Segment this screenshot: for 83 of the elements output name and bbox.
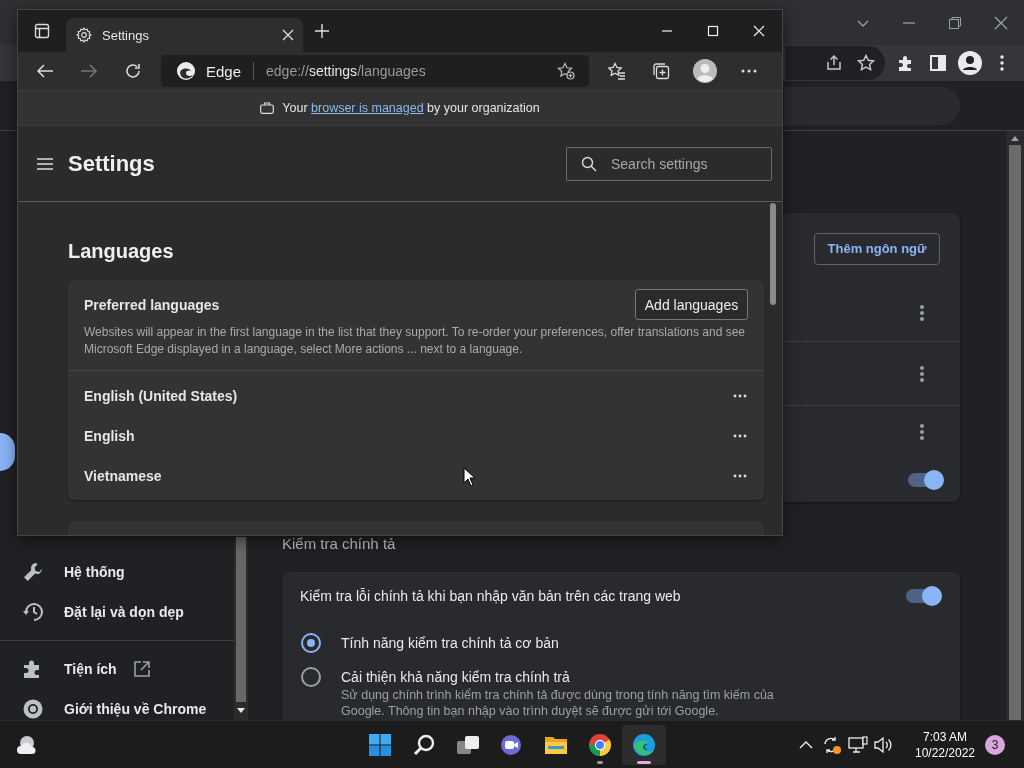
radio-button[interactable]	[301, 667, 321, 687]
option-label: Tính năng kiểm tra chính tả cơ bản	[341, 634, 560, 653]
managed-notice: Your browser is managed by your organization	[282, 101, 540, 115]
sidebar-item[interactable]: Hệ thống	[0, 552, 234, 592]
tab-actions-icon[interactable]	[34, 23, 50, 39]
sidebar-item[interactable]: Đặt lại và dọn dẹp	[0, 592, 234, 632]
managed-link[interactable]: browser is managed	[311, 101, 424, 115]
clock-time[interactable]: 7:03 AM	[923, 728, 967, 745]
maximize-icon[interactable]	[707, 25, 719, 37]
card-description: Websites will appear in the first language in the list that they support. To re-order your preferences, offer translations and see Microsoft Edge displayed in a language, select More actions ... next to a language.	[84, 324, 747, 358]
restore-icon[interactable]	[948, 15, 962, 30]
add-language-button[interactable]: Thêm ngôn ngữ	[814, 232, 940, 265]
more-icon[interactable]	[919, 303, 925, 322]
card-title: Preferred languages	[84, 296, 220, 313]
site-label: Edge	[206, 62, 242, 80]
clock-date[interactable]: 10/22/2022	[914, 744, 976, 761]
toggle-switch[interactable]	[908, 472, 942, 487]
search-field[interactable]: Search settings	[566, 146, 772, 181]
address-bar[interactable]: Edge edge://settings/languages	[161, 55, 589, 87]
scroll-down-arrow-icon[interactable]	[237, 708, 245, 714]
section-heading: Kiểm tra chính tả	[282, 534, 397, 554]
share-icon[interactable]	[825, 54, 843, 72]
language-name: English (United States)	[84, 388, 238, 404]
notification-badge[interactable]: 3	[985, 734, 1005, 755]
scrollbar-thumb[interactable]	[770, 203, 776, 305]
gear-icon	[76, 27, 92, 43]
selected-item-marker	[0, 433, 15, 471]
side-panel-icon[interactable]	[929, 54, 947, 72]
language-name: Vietnamese	[84, 468, 162, 484]
plus-icon[interactable]	[314, 23, 330, 39]
more-icon[interactable]	[733, 434, 747, 438]
address-bar[interactable]	[785, 46, 885, 80]
add-languages-button[interactable]: Add languages	[635, 289, 748, 320]
scroll-up-arrow-icon[interactable]	[1011, 135, 1019, 141]
more-icon[interactable]	[733, 394, 747, 398]
collections-icon[interactable]	[652, 62, 670, 80]
refresh-icon[interactable]	[124, 62, 142, 80]
volume-icon[interactable]	[874, 735, 894, 754]
forward-icon[interactable]	[80, 62, 98, 80]
menu-icon[interactable]	[36, 156, 54, 171]
radio-button[interactable]	[301, 633, 321, 653]
sidebar-item[interactable]: Giới thiệu về Chrome	[0, 689, 234, 720]
option-description: Sử dụng chính trình kiểm tra chính tả được dùng trong tính năng tìm kiếm của Google. Thông tin bạn nhập vào trình duyệt sẽ được gửi tới Google.	[341, 687, 775, 719]
briefcase-icon	[260, 102, 275, 114]
windows-icon	[369, 733, 391, 756]
search-icon	[581, 155, 597, 172]
star-icon[interactable]	[857, 54, 875, 72]
toggle-switch[interactable]	[906, 588, 940, 603]
history-icon	[22, 601, 44, 623]
mouse-cursor-icon	[463, 467, 476, 487]
menu-icon[interactable]	[1000, 55, 1004, 71]
browser-tab[interactable]: Settings	[66, 18, 303, 52]
task-view-icon	[456, 733, 480, 756]
browser-logo-icon	[176, 61, 196, 81]
external-link-icon	[132, 660, 151, 678]
language-name: English	[84, 428, 135, 444]
browser-icon	[632, 732, 656, 757]
option-label: Cải thiện khả năng kiểm tra chính trả	[341, 668, 571, 687]
url-text: edge://settings/languages	[266, 63, 426, 79]
page-title: Settings	[68, 150, 155, 177]
more-icon[interactable]	[919, 422, 925, 441]
sync-icon[interactable]	[822, 734, 842, 755]
search-icon	[413, 733, 435, 756]
profile-icon[interactable]	[958, 51, 982, 75]
scrollbar[interactable]	[1006, 131, 1024, 720]
more-icon[interactable]	[919, 364, 925, 383]
sidebar-item[interactable]: Tiện ích	[0, 649, 234, 689]
favorites-icon[interactable]	[608, 62, 626, 80]
browser-icon	[588, 732, 612, 757]
chat-icon	[500, 733, 524, 756]
chevron-up-icon[interactable]	[799, 739, 813, 750]
back-icon[interactable]	[36, 62, 54, 80]
search-field[interactable]	[784, 86, 960, 125]
profile-icon[interactable]	[693, 59, 717, 83]
wrench-icon	[22, 561, 44, 583]
network-icon[interactable]	[848, 735, 868, 754]
taskbar-app[interactable]	[622, 724, 666, 765]
section-title: Languages	[68, 239, 175, 264]
more-icon[interactable]	[741, 69, 757, 73]
add-favorite-icon[interactable]	[557, 62, 575, 80]
setting-label: Kiểm tra lỗi chính tả khi bạn nhập văn bản trên các trang web	[300, 587, 681, 604]
scrollbar[interactable]	[234, 537, 248, 720]
more-icon[interactable]	[733, 474, 747, 478]
